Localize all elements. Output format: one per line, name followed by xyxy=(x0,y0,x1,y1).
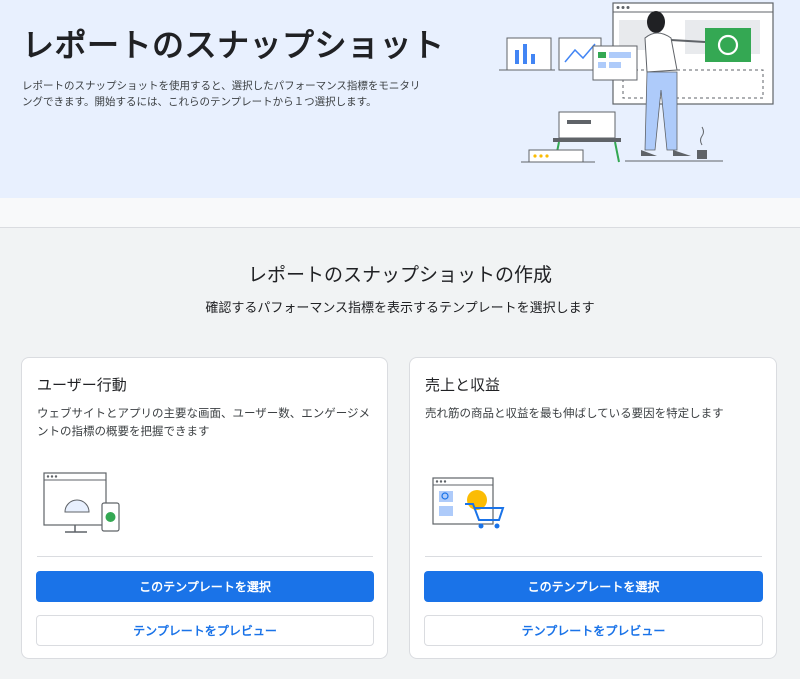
hero-banner: レポートのスナップショット レポートのスナップショットを使用すると、選択したパフ… xyxy=(0,0,800,198)
preview-template-button[interactable]: テンプレートをプレビュー xyxy=(36,615,374,646)
devices-illustration xyxy=(43,472,120,533)
template-card-sales-revenue: 売上と収益 売れ筋の商品と収益を最も伸ばしている要因を特定します このテンプレー… xyxy=(409,357,777,659)
preview-template-button[interactable]: テンプレートをプレビュー xyxy=(424,615,763,646)
card-title: ユーザー行動 xyxy=(37,376,127,394)
snapshot-illustration xyxy=(499,2,774,163)
card-divider xyxy=(425,556,762,557)
template-card-user-behavior: ユーザー行動 ウェブサイトとアプリの主要な画面、ユーザー数、エンゲージメントの指… xyxy=(21,357,388,659)
card-description: ウェブサイトとアプリの主要な画面、ユーザー数、エンゲージメントの指標の概要を把握… xyxy=(37,406,371,438)
shopping-illustration xyxy=(432,477,505,529)
page-title: レポートのスナップショット xyxy=(22,26,445,64)
section-subtitle: 確認するパフォーマンス指標を表示するテンプレートを選択します xyxy=(205,301,595,316)
card-description: 売れ筋の商品と収益を最も伸ばしている要因を特定します xyxy=(425,406,724,420)
hero-description: レポートのスナップショットを使用すると、選択したパフォーマンス指標をモニタリング… xyxy=(22,80,421,108)
hero-divider-band xyxy=(0,198,800,228)
select-template-button[interactable]: このテンプレートを選択 xyxy=(36,571,374,602)
select-template-button[interactable]: このテンプレートを選択 xyxy=(424,571,763,602)
section-title: レポートのスナップショットの作成 xyxy=(247,264,552,286)
card-title: 売上と収益 xyxy=(425,376,501,394)
card-divider xyxy=(37,556,373,557)
